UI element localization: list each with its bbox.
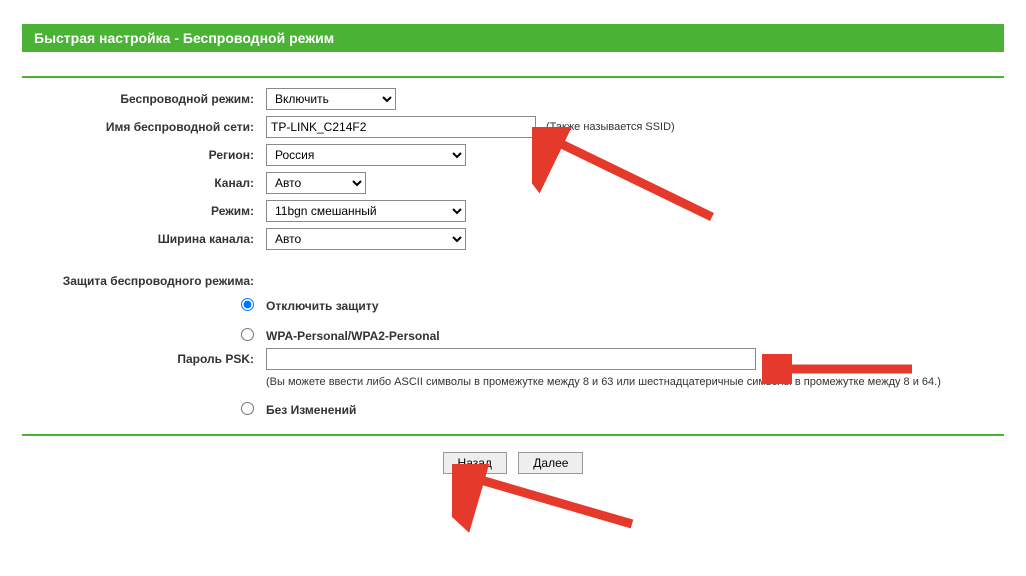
label-channel: Канал: — [26, 176, 266, 190]
back-button[interactable]: Назад — [443, 452, 507, 474]
radio-no-change-label: Без Изменений — [266, 403, 356, 417]
radio-wpa-label: WPA-Personal/WPA2-Personal — [266, 329, 440, 343]
radio-disable-security-label: Отключить защиту — [266, 299, 379, 313]
mode-select[interactable]: 11bgn смешанный — [266, 200, 466, 222]
label-psk-password: Пароль PSK: — [26, 352, 266, 366]
divider — [22, 76, 1004, 78]
page-title: Быстрая настройка - Беспроводной режим — [22, 24, 1004, 52]
radio-disable-security[interactable] — [241, 298, 254, 311]
ssid-hint: (Также называется SSID) — [546, 121, 675, 133]
label-security: Защита беспроводного режима: — [26, 274, 266, 288]
channel-select[interactable]: Авто — [266, 172, 366, 194]
annotation-arrow-icon — [452, 464, 642, 534]
label-channel-width: Ширина канала: — [26, 232, 266, 246]
psk-note: (Вы можете ввести либо ASCII символы в п… — [266, 376, 941, 388]
region-select[interactable]: Россия — [266, 144, 466, 166]
radio-wpa[interactable] — [241, 328, 254, 341]
label-ssid: Имя беспроводной сети: — [26, 120, 266, 134]
radio-no-change[interactable] — [241, 402, 254, 415]
form-area: Беспроводной режим: Включить Имя беспров… — [22, 88, 1004, 418]
next-button[interactable]: Далее — [518, 452, 583, 474]
divider — [22, 434, 1004, 436]
label-mode: Режим: — [26, 204, 266, 218]
psk-password-input[interactable] — [266, 348, 756, 370]
label-region: Регион: — [26, 148, 266, 162]
label-wireless-mode: Беспроводной режим: — [26, 92, 266, 106]
ssid-input[interactable] — [266, 116, 536, 138]
wireless-mode-select[interactable]: Включить — [266, 88, 396, 110]
channel-width-select[interactable]: Авто — [266, 228, 466, 250]
